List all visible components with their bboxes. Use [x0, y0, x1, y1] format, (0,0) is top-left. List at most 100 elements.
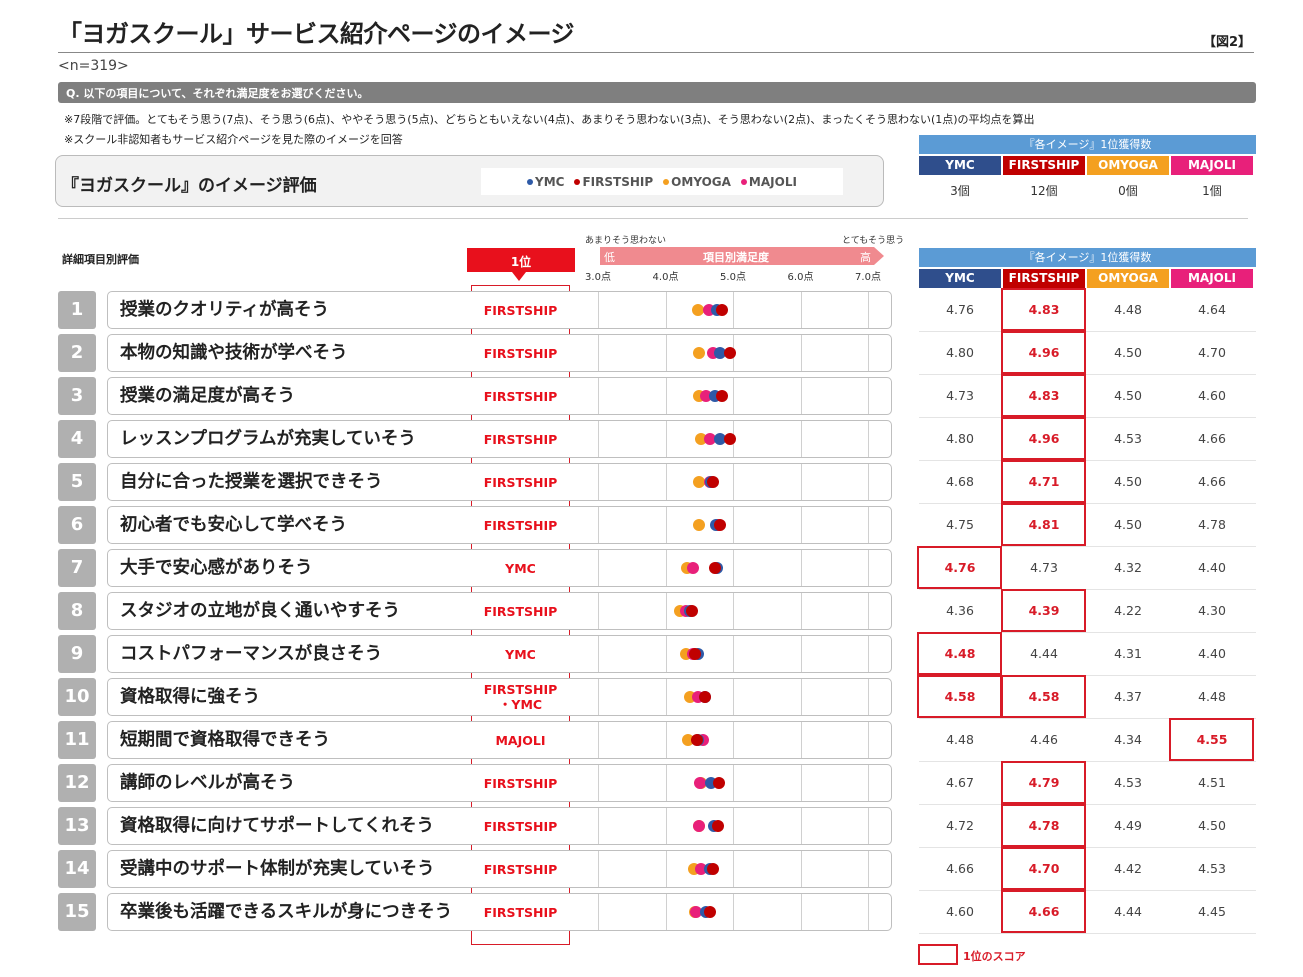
top-brand: FIRSTSHIP — [483, 905, 558, 920]
winner-highlight — [917, 675, 1002, 718]
grid-line — [800, 292, 802, 328]
scale-high-caption: とてもそう思う — [842, 236, 905, 246]
row-label: 初心者でも安心して学べそう — [120, 515, 347, 535]
summary-table-header: 『各イメージ』1位獲得数 — [919, 135, 1256, 154]
row-number: 9 — [58, 635, 96, 673]
grid-line — [598, 464, 599, 500]
score-firstship: 4.73 — [1030, 560, 1058, 575]
grid-line — [800, 636, 802, 672]
score-omyoga: 4.42 — [1114, 861, 1142, 876]
table-row-divider — [919, 847, 1256, 848]
grid-line — [598, 894, 599, 930]
row-number: 12 — [58, 764, 96, 802]
grid-line — [800, 808, 802, 844]
detail-brand-omyoga: OMYOGA — [1087, 269, 1169, 288]
grid-line — [800, 507, 802, 543]
row-label: レッスンプログラムが充実していそう — [120, 429, 416, 449]
summary-brand-ymc: YMC — [919, 156, 1001, 175]
grid-line — [665, 765, 667, 801]
winner-highlight — [1169, 718, 1254, 761]
grid-line — [800, 335, 802, 371]
winner-highlight — [1001, 331, 1086, 374]
grid-line — [598, 765, 599, 801]
point-firstship — [704, 906, 717, 918]
grid-line — [598, 808, 599, 844]
score-majoli: 4.64 — [1198, 302, 1226, 317]
grid-line — [868, 636, 869, 672]
scale-high: 高 — [860, 251, 871, 264]
grid-line — [868, 765, 869, 801]
legend-label: FIRSTSHIP — [582, 174, 654, 189]
grid-line — [733, 722, 734, 758]
score-omyoga: 4.50 — [1114, 517, 1142, 532]
grid-line — [733, 507, 734, 543]
score-majoli: 4.50 — [1198, 818, 1226, 833]
score-omyoga: 4.53 — [1114, 431, 1142, 446]
grid-line — [665, 679, 667, 715]
top-brand: FIRSTSHIP — [483, 389, 558, 404]
point-firstship — [712, 777, 725, 789]
top-brand: FIRSTSHIP — [483, 862, 558, 877]
score-omyoga: 4.50 — [1114, 345, 1142, 360]
note-respondents: ※スクール非認知者もサービス紹介ページを見た際のイメージを回答 — [64, 133, 403, 146]
grid-line — [598, 292, 599, 328]
grid-line — [800, 851, 802, 887]
winner-highlight — [1001, 503, 1086, 546]
grid-line — [665, 335, 667, 371]
row-label: 資格取得に強そう — [120, 687, 260, 707]
grid-line — [868, 679, 869, 715]
summary-brand-majoli: MAJOLI — [1171, 156, 1253, 175]
score-ymc: 4.48 — [946, 732, 974, 747]
note-scoring: ※7段階で評価。とてもそう思う(7点)、そう思う(6点)、ややそう思う(5点)、… — [64, 113, 1035, 126]
score-omyoga: 4.48 — [1114, 302, 1142, 317]
top-brand: MAJOLI — [495, 733, 546, 748]
score-majoli: 4.40 — [1198, 560, 1226, 575]
row-label: 授業のクオリティが高そう — [120, 300, 329, 320]
section-label: 詳細項目別評価 — [62, 253, 139, 266]
point-firstship — [698, 691, 711, 703]
sample-size: <n=319> — [58, 58, 129, 74]
panel-title: 『ヨガスクール』のイメージ評価 — [62, 176, 317, 196]
point-majoli — [686, 562, 699, 574]
score-omyoga: 4.53 — [1114, 775, 1142, 790]
score-majoli: 4.66 — [1198, 431, 1226, 446]
row-label: 大手で安心感がありそう — [120, 558, 313, 578]
score-omyoga: 4.37 — [1114, 689, 1142, 704]
score-omyoga: 4.34 — [1114, 732, 1142, 747]
grid-line — [868, 378, 869, 414]
grid-line — [800, 421, 802, 457]
score-omyoga: 4.49 — [1114, 818, 1142, 833]
score-firstship: 4.46 — [1030, 732, 1058, 747]
top-brand: FIRSTSHIP — [483, 303, 558, 318]
grid-line — [800, 593, 802, 629]
point-firstship — [715, 304, 728, 316]
winner-highlight — [1001, 761, 1086, 804]
table-row-divider — [919, 331, 1256, 332]
grid-line — [868, 593, 869, 629]
grid-line — [800, 679, 802, 715]
score-majoli: 4.78 — [1198, 517, 1226, 532]
legend-item-majoli: MAJOLI — [740, 175, 797, 189]
grid-line — [868, 550, 869, 586]
row-label: 資格取得に向けてサポートしてくれそう — [120, 816, 434, 836]
top-brand: FIRSTSHIP — [483, 346, 558, 361]
grid-line — [598, 593, 599, 629]
summary-count-omyoga: 0個 — [1118, 184, 1138, 198]
grid-line — [800, 378, 802, 414]
top-brand: FIRSTSHIP — [483, 604, 558, 619]
grid-line — [665, 507, 667, 543]
winner-highlight — [1001, 374, 1086, 417]
grid-line — [665, 550, 667, 586]
grid-line — [598, 679, 599, 715]
grid-line — [598, 851, 599, 887]
top-brand: FIRSTSHIP ・YMC — [483, 682, 558, 712]
point-firstship — [685, 605, 698, 617]
grid-line — [733, 378, 734, 414]
row-number: 10 — [58, 678, 96, 716]
grid-line — [733, 765, 734, 801]
row-label: 短期間で資格取得できそう — [120, 730, 330, 750]
top-brand: YMC — [505, 561, 536, 576]
figure-label: 【図2】 — [1203, 35, 1252, 50]
score-ymc: 4.72 — [946, 818, 974, 833]
detail-brand-majoli: MAJOLI — [1171, 269, 1253, 288]
